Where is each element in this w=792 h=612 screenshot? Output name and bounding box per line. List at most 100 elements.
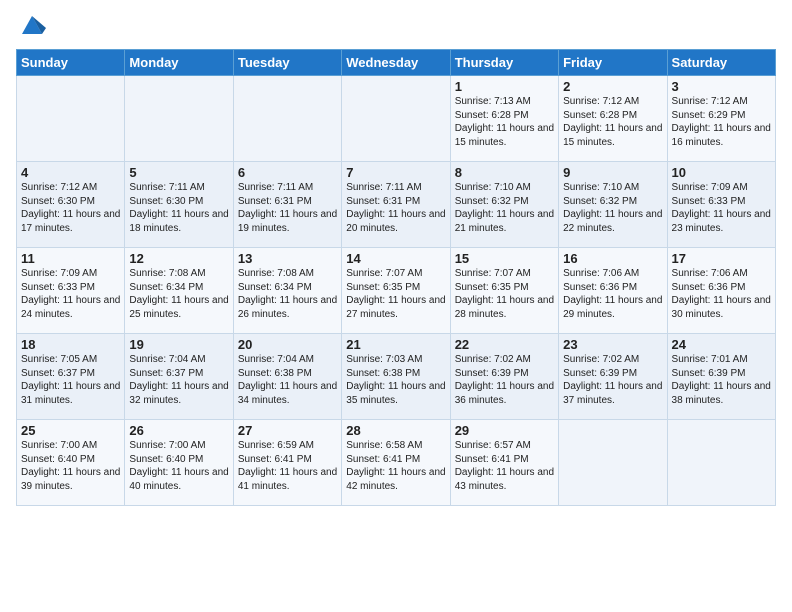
- calendar-cell: 28Sunrise: 6:58 AMSunset: 6:41 PMDayligh…: [342, 420, 450, 506]
- day-info: Sunrise: 7:11 AMSunset: 6:31 PMDaylight:…: [346, 181, 445, 235]
- week-row-3: 18Sunrise: 7:05 AMSunset: 6:37 PMDayligh…: [17, 334, 776, 420]
- calendar-cell: 14Sunrise: 7:07 AMSunset: 6:35 PMDayligh…: [342, 248, 450, 334]
- day-number: 24: [672, 337, 771, 352]
- day-info: Sunrise: 7:07 AMSunset: 6:35 PMDaylight:…: [346, 267, 445, 321]
- day-number: 1: [455, 79, 554, 94]
- calendar-cell: [125, 76, 233, 162]
- calendar-table: SundayMondayTuesdayWednesdayThursdayFrid…: [16, 49, 776, 506]
- calendar-cell: 11Sunrise: 7:09 AMSunset: 6:33 PMDayligh…: [17, 248, 125, 334]
- calendar-cell: [17, 76, 125, 162]
- day-info: Sunrise: 7:12 AMSunset: 6:30 PMDaylight:…: [21, 181, 120, 235]
- header-friday: Friday: [559, 50, 667, 76]
- calendar-cell: 15Sunrise: 7:07 AMSunset: 6:35 PMDayligh…: [450, 248, 558, 334]
- calendar-cell: 18Sunrise: 7:05 AMSunset: 6:37 PMDayligh…: [17, 334, 125, 420]
- calendar-cell: 10Sunrise: 7:09 AMSunset: 6:33 PMDayligh…: [667, 162, 775, 248]
- day-number: 17: [672, 251, 771, 266]
- day-number: 13: [238, 251, 337, 266]
- calendar-cell: [559, 420, 667, 506]
- day-info: Sunrise: 7:11 AMSunset: 6:30 PMDaylight:…: [129, 181, 228, 235]
- day-info: Sunrise: 6:57 AMSunset: 6:41 PMDaylight:…: [455, 439, 554, 493]
- calendar-page: SundayMondayTuesdayWednesdayThursdayFrid…: [0, 0, 792, 612]
- calendar-cell: 21Sunrise: 7:03 AMSunset: 6:38 PMDayligh…: [342, 334, 450, 420]
- day-info: Sunrise: 7:12 AMSunset: 6:29 PMDaylight:…: [672, 95, 771, 149]
- day-info: Sunrise: 6:58 AMSunset: 6:41 PMDaylight:…: [346, 439, 445, 493]
- calendar-cell: 5Sunrise: 7:11 AMSunset: 6:30 PMDaylight…: [125, 162, 233, 248]
- day-number: 26: [129, 423, 228, 438]
- day-number: 29: [455, 423, 554, 438]
- day-info: Sunrise: 7:00 AMSunset: 6:40 PMDaylight:…: [129, 439, 228, 493]
- calendar-cell: 1Sunrise: 7:13 AMSunset: 6:28 PMDaylight…: [450, 76, 558, 162]
- day-number: 28: [346, 423, 445, 438]
- day-number: 9: [563, 165, 662, 180]
- day-info: Sunrise: 7:10 AMSunset: 6:32 PMDaylight:…: [563, 181, 662, 235]
- header-monday: Monday: [125, 50, 233, 76]
- day-info: Sunrise: 7:02 AMSunset: 6:39 PMDaylight:…: [455, 353, 554, 407]
- calendar-header-row: SundayMondayTuesdayWednesdayThursdayFrid…: [17, 50, 776, 76]
- day-number: 15: [455, 251, 554, 266]
- calendar-cell: 2Sunrise: 7:12 AMSunset: 6:28 PMDaylight…: [559, 76, 667, 162]
- calendar-cell: 23Sunrise: 7:02 AMSunset: 6:39 PMDayligh…: [559, 334, 667, 420]
- day-number: 19: [129, 337, 228, 352]
- day-info: Sunrise: 7:04 AMSunset: 6:38 PMDaylight:…: [238, 353, 337, 407]
- week-row-4: 25Sunrise: 7:00 AMSunset: 6:40 PMDayligh…: [17, 420, 776, 506]
- day-info: Sunrise: 7:08 AMSunset: 6:34 PMDaylight:…: [129, 267, 228, 321]
- day-number: 14: [346, 251, 445, 266]
- day-number: 21: [346, 337, 445, 352]
- logo-icon: [18, 10, 46, 38]
- calendar-cell: 9Sunrise: 7:10 AMSunset: 6:32 PMDaylight…: [559, 162, 667, 248]
- day-info: Sunrise: 7:08 AMSunset: 6:34 PMDaylight:…: [238, 267, 337, 321]
- calendar-cell: [667, 420, 775, 506]
- calendar-cell: 20Sunrise: 7:04 AMSunset: 6:38 PMDayligh…: [233, 334, 341, 420]
- day-info: Sunrise: 7:09 AMSunset: 6:33 PMDaylight:…: [672, 181, 771, 235]
- calendar-cell: 22Sunrise: 7:02 AMSunset: 6:39 PMDayligh…: [450, 334, 558, 420]
- day-number: 7: [346, 165, 445, 180]
- day-number: 10: [672, 165, 771, 180]
- calendar-cell: 17Sunrise: 7:06 AMSunset: 6:36 PMDayligh…: [667, 248, 775, 334]
- day-number: 18: [21, 337, 120, 352]
- week-row-0: 1Sunrise: 7:13 AMSunset: 6:28 PMDaylight…: [17, 76, 776, 162]
- week-row-2: 11Sunrise: 7:09 AMSunset: 6:33 PMDayligh…: [17, 248, 776, 334]
- day-number: 2: [563, 79, 662, 94]
- header-area: [16, 10, 776, 43]
- calendar-cell: 13Sunrise: 7:08 AMSunset: 6:34 PMDayligh…: [233, 248, 341, 334]
- day-info: Sunrise: 7:01 AMSunset: 6:39 PMDaylight:…: [672, 353, 771, 407]
- calendar-cell: [342, 76, 450, 162]
- day-info: Sunrise: 7:09 AMSunset: 6:33 PMDaylight:…: [21, 267, 120, 321]
- calendar-cell: 16Sunrise: 7:06 AMSunset: 6:36 PMDayligh…: [559, 248, 667, 334]
- day-number: 8: [455, 165, 554, 180]
- header-tuesday: Tuesday: [233, 50, 341, 76]
- day-info: Sunrise: 7:11 AMSunset: 6:31 PMDaylight:…: [238, 181, 337, 235]
- day-info: Sunrise: 7:03 AMSunset: 6:38 PMDaylight:…: [346, 353, 445, 407]
- calendar-cell: 26Sunrise: 7:00 AMSunset: 6:40 PMDayligh…: [125, 420, 233, 506]
- week-row-1: 4Sunrise: 7:12 AMSunset: 6:30 PMDaylight…: [17, 162, 776, 248]
- day-info: Sunrise: 7:07 AMSunset: 6:35 PMDaylight:…: [455, 267, 554, 321]
- calendar-cell: 7Sunrise: 7:11 AMSunset: 6:31 PMDaylight…: [342, 162, 450, 248]
- calendar-cell: 29Sunrise: 6:57 AMSunset: 6:41 PMDayligh…: [450, 420, 558, 506]
- day-number: 16: [563, 251, 662, 266]
- day-number: 25: [21, 423, 120, 438]
- calendar-cell: 12Sunrise: 7:08 AMSunset: 6:34 PMDayligh…: [125, 248, 233, 334]
- day-info: Sunrise: 7:00 AMSunset: 6:40 PMDaylight:…: [21, 439, 120, 493]
- header-saturday: Saturday: [667, 50, 775, 76]
- day-number: 27: [238, 423, 337, 438]
- calendar-cell: 3Sunrise: 7:12 AMSunset: 6:29 PMDaylight…: [667, 76, 775, 162]
- calendar-cell: 4Sunrise: 7:12 AMSunset: 6:30 PMDaylight…: [17, 162, 125, 248]
- day-number: 11: [21, 251, 120, 266]
- logo: [16, 10, 46, 43]
- calendar-cell: 19Sunrise: 7:04 AMSunset: 6:37 PMDayligh…: [125, 334, 233, 420]
- calendar-cell: 6Sunrise: 7:11 AMSunset: 6:31 PMDaylight…: [233, 162, 341, 248]
- day-info: Sunrise: 7:10 AMSunset: 6:32 PMDaylight:…: [455, 181, 554, 235]
- day-number: 23: [563, 337, 662, 352]
- day-number: 3: [672, 79, 771, 94]
- day-info: Sunrise: 7:12 AMSunset: 6:28 PMDaylight:…: [563, 95, 662, 149]
- day-info: Sunrise: 7:02 AMSunset: 6:39 PMDaylight:…: [563, 353, 662, 407]
- day-number: 6: [238, 165, 337, 180]
- calendar-cell: 27Sunrise: 6:59 AMSunset: 6:41 PMDayligh…: [233, 420, 341, 506]
- calendar-cell: 24Sunrise: 7:01 AMSunset: 6:39 PMDayligh…: [667, 334, 775, 420]
- day-info: Sunrise: 7:04 AMSunset: 6:37 PMDaylight:…: [129, 353, 228, 407]
- day-info: Sunrise: 7:06 AMSunset: 6:36 PMDaylight:…: [563, 267, 662, 321]
- day-info: Sunrise: 6:59 AMSunset: 6:41 PMDaylight:…: [238, 439, 337, 493]
- header-sunday: Sunday: [17, 50, 125, 76]
- day-info: Sunrise: 7:13 AMSunset: 6:28 PMDaylight:…: [455, 95, 554, 149]
- header-wednesday: Wednesday: [342, 50, 450, 76]
